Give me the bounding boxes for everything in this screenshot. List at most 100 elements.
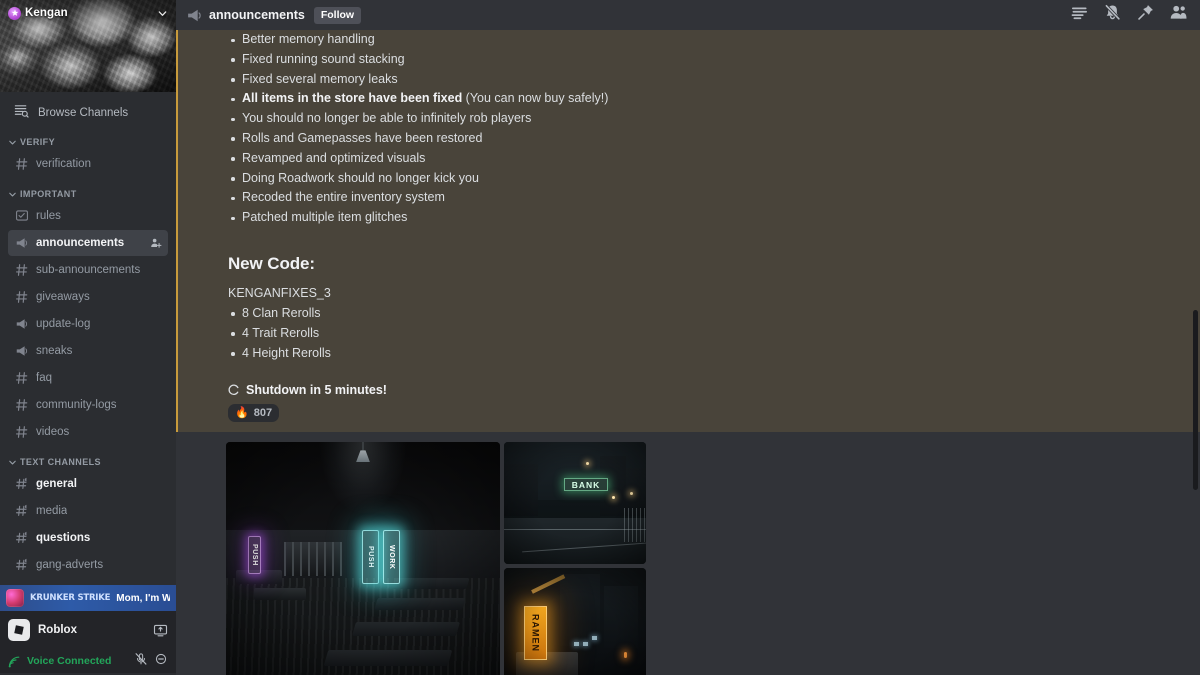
header-actions <box>1070 3 1188 27</box>
chevron-down-icon[interactable] <box>157 8 168 19</box>
announcement-icon <box>14 235 30 251</box>
sidebar-item-community-logs[interactable]: community-logs <box>8 392 168 418</box>
gym-screenshot[interactable]: PUSH PUSH WORK <box>226 442 500 675</box>
list-item: Better memory handling <box>228 30 1184 50</box>
announcement-message: Better memory handling Fixed running sou… <box>176 30 1200 433</box>
list-item: Recoded the entire inventory system <box>228 188 1184 208</box>
browse-channels-label: Browse Channels <box>38 107 129 119</box>
pin-icon[interactable] <box>1136 3 1155 27</box>
server-boost-icon <box>8 6 21 20</box>
voice-status-label: Voice Connected <box>27 655 112 667</box>
server-name: Kengan <box>25 7 68 19</box>
category-text-channels[interactable]: TEXT CHANNELS <box>0 446 176 470</box>
scrollbar-thumb[interactable] <box>1193 310 1198 490</box>
list-item: Fixed running sound stacking <box>228 50 1184 70</box>
announcement-icon <box>14 343 30 359</box>
channel-label: sub-announcements <box>36 264 141 276</box>
page-title: announcements <box>209 8 305 22</box>
game-thumbnail <box>6 589 24 607</box>
hash-icon <box>14 397 30 413</box>
channel-label: sneaks <box>36 345 73 357</box>
neon-sign-push-left: PUSH <box>248 536 261 575</box>
reaction-bar: 🔥 807 <box>228 404 1184 423</box>
attachment-column: BANK RAMEN <box>504 442 646 675</box>
channel-label: questions <box>36 532 91 544</box>
threads-icon[interactable] <box>1070 3 1089 27</box>
bank-street-screenshot[interactable]: BANK <box>504 442 646 565</box>
add-member-icon[interactable] <box>150 237 162 249</box>
channel-label: update-log <box>36 318 91 330</box>
chevron-down-icon <box>8 458 17 467</box>
message-scrollbar[interactable] <box>1192 60 1199 675</box>
hash-icon <box>14 289 30 305</box>
sidebar-item-announcements[interactable]: announcements <box>8 230 168 256</box>
browse-channels-button[interactable]: Browse Channels <box>8 100 168 126</box>
sidebar-item-general[interactable]: general <box>8 471 168 497</box>
category-label: IMPORTANT <box>20 189 77 199</box>
patch-notes-list: Better memory handling Fixed running sou… <box>228 30 1184 228</box>
sidebar-item-questions[interactable]: questions <box>8 525 168 551</box>
sidebar-item-sub-announcements[interactable]: sub-announcements <box>8 257 168 283</box>
channel-list: Browse Channels VERIFY verification IMPO… <box>0 92 176 585</box>
sidebar-item-media[interactable]: media <box>8 498 168 524</box>
user-name: Roblox <box>38 624 77 636</box>
neon-sign-push: PUSH <box>362 530 379 585</box>
channel-label: media <box>36 505 68 517</box>
list-item: Patched multiple item glitches <box>228 208 1184 228</box>
code-rewards-list: 8 Clan Rerolls 4 Trait Rerolls 4 Height … <box>228 304 1184 363</box>
sidebar-item-giveaways[interactable]: giveaways <box>8 284 168 310</box>
hash-icon <box>14 424 30 440</box>
server-header[interactable]: Kengan <box>0 0 176 26</box>
list-item: Doing Roadwork should no longer kick you <box>228 169 1184 189</box>
ramen-street-screenshot[interactable]: RAMEN <box>504 568 646 675</box>
sidebar-item-gang-adverts[interactable]: gang-adverts <box>8 552 168 578</box>
disconnect-icon[interactable] <box>154 652 168 671</box>
category-verify[interactable]: VERIFY <box>0 126 176 150</box>
list-item: Rolls and Gamepasses have been restored <box>228 129 1184 149</box>
category-important[interactable]: IMPORTANT <box>0 178 176 202</box>
channel-header: announcements Follow <box>176 0 1200 30</box>
rules-icon <box>14 208 30 224</box>
shutdown-status-text: Shutdown in 5 minutes! <box>246 383 387 398</box>
sidebar-item-sneaks[interactable]: sneaks <box>8 338 168 364</box>
list-item: All items in the store have been fixed (… <box>228 89 1184 109</box>
hash-voice-icon <box>14 503 30 519</box>
sidebar-item-rules[interactable]: rules <box>8 203 168 229</box>
new-code-heading: New Code: <box>228 253 315 273</box>
hash-voice-icon <box>14 530 30 546</box>
channel-sidebar: Kengan Browse Channels VERIFY verificati… <box>0 0 176 675</box>
bank-street-scene: BANK <box>504 442 646 565</box>
message-body: Better memory handling Fixed running sou… <box>178 30 1200 423</box>
members-icon[interactable] <box>1169 3 1188 27</box>
sidebar-item-verification[interactable]: verification <box>8 151 168 177</box>
voice-actions <box>134 652 168 671</box>
screen-share-icon[interactable] <box>153 623 168 638</box>
hash-icon <box>14 370 30 386</box>
channel-label: announcements <box>36 237 125 249</box>
game-promo-subtitle: Mom, I'm Winning <box>116 592 170 604</box>
sidebar-item-videos[interactable]: videos <box>8 419 168 445</box>
signal-icon <box>8 655 21 668</box>
sidebar-item-faq[interactable]: faq <box>8 365 168 391</box>
user-panel[interactable]: Roblox <box>0 611 176 649</box>
category-label: VERIFY <box>20 137 56 147</box>
mic-muted-icon[interactable] <box>134 652 148 671</box>
channel-label: verification <box>36 158 91 170</box>
bell-muted-icon[interactable] <box>1103 3 1122 27</box>
attachment-grid: PUSH PUSH WORK BANK RAMEN <box>226 442 646 675</box>
voice-status-panel[interactable]: Voice Connected <box>0 649 176 673</box>
reaction-fire[interactable]: 🔥 807 <box>228 404 280 423</box>
list-item: Fixed several memory leaks <box>228 70 1184 90</box>
ramen-street-scene: RAMEN <box>504 568 646 675</box>
chevron-down-icon <box>8 190 17 199</box>
game-promo-banner[interactable]: KRUNKER STRIKE Mom, I'm Winning <box>0 585 176 611</box>
ramen-sign: RAMEN <box>524 606 547 661</box>
announcement-icon <box>186 7 203 24</box>
follow-button[interactable]: Follow <box>313 6 362 24</box>
sidebar-item-update-log[interactable]: update-log <box>8 311 168 337</box>
code-value: KENGANFIXES_3 <box>228 285 331 300</box>
bold-text: All items in the store have been fixed <box>242 91 463 106</box>
announcement-icon <box>14 316 30 332</box>
list-item: 8 Clan Rerolls <box>228 304 1184 324</box>
channel-label: faq <box>36 372 52 384</box>
